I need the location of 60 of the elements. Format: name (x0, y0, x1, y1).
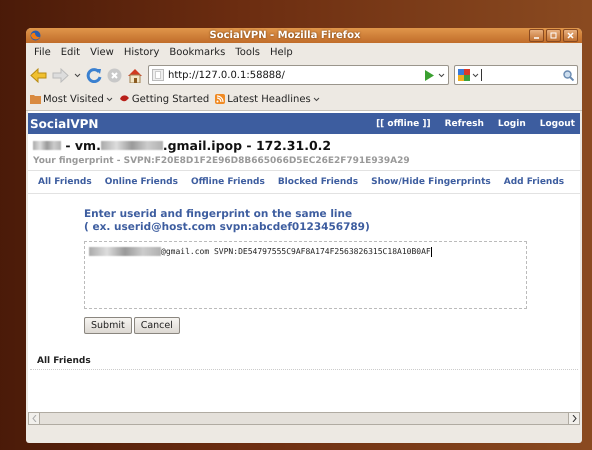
nav-link[interactable]: Blocked Friends (278, 177, 358, 187)
feed-icon (215, 94, 226, 104)
search-icon[interactable] (563, 70, 574, 80)
brand-title: SocialVPN (30, 116, 100, 130)
header-link[interactable]: Login (498, 118, 526, 128)
menu-item[interactable]: File (29, 47, 56, 58)
search-engine-icon (458, 69, 470, 81)
bookmark-label: Most Visited (43, 94, 104, 104)
header-link[interactable]: Logout (540, 118, 575, 128)
redacted-text (33, 141, 61, 150)
section-title: All Friends (30, 334, 578, 370)
redacted-text (100, 141, 163, 150)
fingerprint-text: Your fingerprint - SVPN:F20E8D1F2E96D8B665066D5EC26E2F791E939A29 (28, 153, 580, 171)
close-button[interactable] (563, 29, 578, 42)
home-icon[interactable] (127, 68, 143, 82)
maximize-icon (550, 32, 557, 39)
header-link[interactable]: Refresh (444, 118, 484, 128)
nav-link[interactable]: All Friends (38, 177, 92, 187)
bookmark-label: Latest Headlines (227, 94, 311, 104)
folder-icon (30, 94, 41, 104)
nav-link[interactable]: Online Friends (104, 177, 178, 187)
back-icon[interactable] (30, 68, 47, 82)
bookmark-item[interactable]: Most Visited (30, 94, 113, 104)
menu-item[interactable]: Help (264, 47, 298, 58)
form-button[interactable]: Cancel (134, 317, 180, 334)
menu-item[interactable]: View (85, 47, 119, 58)
go-icon[interactable] (424, 70, 434, 80)
window-title: SocialVPN - Mozilla Firefox (208, 30, 362, 41)
nav-link[interactable]: Offline Friends (190, 177, 265, 187)
horizontal-scrollbar[interactable] (28, 412, 580, 425)
text: .gmail.ipop - 172.31.0.2 (162, 138, 332, 153)
menu-item[interactable]: Tools (230, 47, 265, 58)
bug-icon (118, 94, 130, 104)
bookmark-item[interactable]: Latest Headlines (215, 94, 320, 104)
redacted-text (89, 247, 161, 256)
text: - vm. (64, 138, 101, 153)
minimize-button[interactable] (529, 29, 544, 42)
instruction-text: ( ex. userid@host.com svpn:abcdef0123456789) (84, 221, 371, 234)
menu-item[interactable]: History (118, 47, 164, 58)
instruction-text: Enter userid and fingerprint on the same line (84, 208, 354, 221)
scroll-right-icon[interactable] (572, 415, 576, 422)
form-button[interactable]: Submit (84, 317, 132, 334)
caret-icon (472, 72, 479, 78)
page-icon (152, 69, 164, 81)
nav-link[interactable]: Add Friends (504, 177, 564, 187)
text: @gmail.com SVPN:DE54797555C9AF8A174F2563826315C18A10B0AF (161, 247, 431, 256)
input-field[interactable]: @gmail.com SVPN:DE54797555C9AF8A174F2563826315C18A10B0AF (84, 241, 527, 309)
search-field[interactable] (454, 65, 578, 85)
menu-item[interactable]: Bookmarks (164, 47, 230, 58)
close-icon (567, 32, 574, 39)
firefox-icon (30, 30, 41, 41)
menu-item[interactable]: Edit (56, 47, 86, 58)
caret-icon (438, 72, 445, 78)
maximize-button[interactable] (546, 29, 561, 42)
scroll-left-icon[interactable] (32, 415, 36, 422)
address-bar[interactable]: http://127.0.0.1:58888/ (148, 65, 449, 85)
reload-icon[interactable] (86, 67, 102, 83)
caret-icon (74, 72, 81, 78)
nav-link[interactable]: Show/Hide Fingerprints (371, 177, 491, 187)
header-link[interactable]: [[ offline ]] (376, 118, 431, 128)
